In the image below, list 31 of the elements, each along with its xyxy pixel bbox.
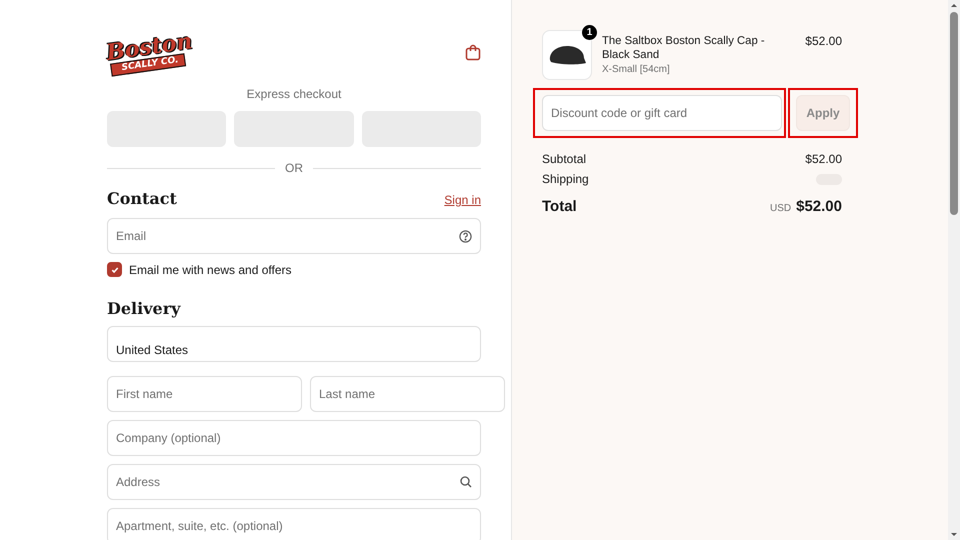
help-icon[interactable]	[459, 230, 472, 243]
text-field[interactable]: Address	[107, 464, 481, 500]
search-icon[interactable]	[460, 476, 472, 488]
quantity-badge: 1	[582, 25, 597, 40]
subtotal-label: Subtotal	[542, 152, 586, 166]
total-value: $52.00	[796, 198, 842, 215]
delivery-heading: Delivery	[107, 299, 180, 318]
subtotal-value: $52.00	[805, 152, 842, 166]
shopping-bag-icon[interactable]	[465, 44, 481, 60]
sign-in-link[interactable]: Sign in	[444, 193, 481, 207]
text-field[interactable]: Apartment, suite, etc. (optional)	[107, 508, 481, 540]
total-label: Total	[542, 198, 577, 215]
newsletter-checkbox[interactable]	[107, 262, 122, 277]
text-field[interactable]: First name	[107, 376, 302, 412]
product-price: $52.00	[805, 33, 842, 48]
newsletter-label: Email me with news and offers	[129, 262, 292, 276]
email-field[interactable]: Email	[107, 218, 481, 254]
country-select[interactable]: United States	[107, 326, 481, 362]
product-name: The Saltbox Boston Scally Cap - Black Sand	[602, 34, 766, 62]
scrollbar[interactable]	[948, 0, 960, 540]
or-divider-label: OR	[285, 161, 303, 175]
text-field[interactable]: Company (optional)	[107, 420, 481, 456]
discount-code-field[interactable]: Discount code or gift card	[542, 95, 782, 131]
express-checkout-label: Express checkout	[246, 87, 342, 101]
currency-code: USD	[770, 203, 792, 214]
text-field[interactable]: Last name	[310, 376, 505, 412]
product-variant: X-Small [54cm]	[602, 63, 671, 77]
cap-icon	[547, 44, 587, 66]
checkmark-icon	[110, 266, 118, 274]
contact-heading: Contact	[107, 189, 177, 208]
shipping-label: Shipping	[542, 172, 589, 186]
